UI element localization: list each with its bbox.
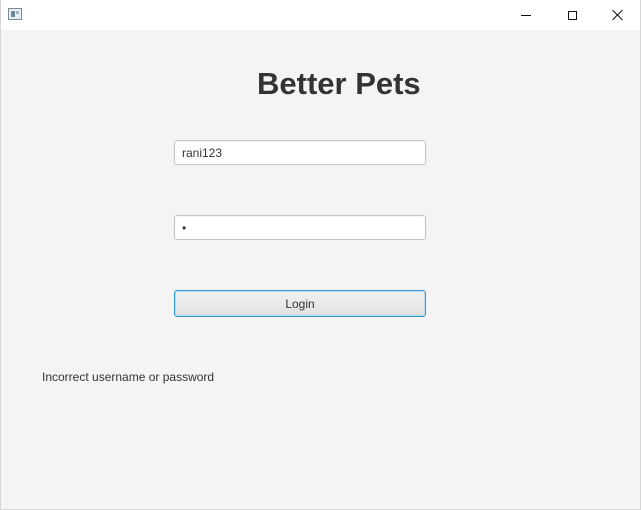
close-icon	[612, 9, 624, 21]
window-titlebar[interactable]	[1, 0, 640, 30]
maximize-icon	[567, 10, 577, 20]
minimize-button[interactable]	[503, 0, 549, 30]
app-window-icon	[8, 8, 22, 20]
login-window: Better Pets Login Incorrect username or …	[0, 0, 641, 510]
maximize-button[interactable]	[549, 0, 595, 30]
close-button[interactable]	[595, 0, 641, 30]
error-message: Incorrect username or password	[42, 370, 215, 384]
password-input[interactable]	[174, 215, 426, 240]
login-form: Better Pets Login Incorrect username or …	[1, 30, 640, 510]
page-title: Better Pets	[257, 66, 421, 101]
login-button[interactable]: Login	[174, 290, 426, 317]
minimize-icon	[521, 14, 531, 16]
username-input[interactable]	[174, 140, 426, 165]
